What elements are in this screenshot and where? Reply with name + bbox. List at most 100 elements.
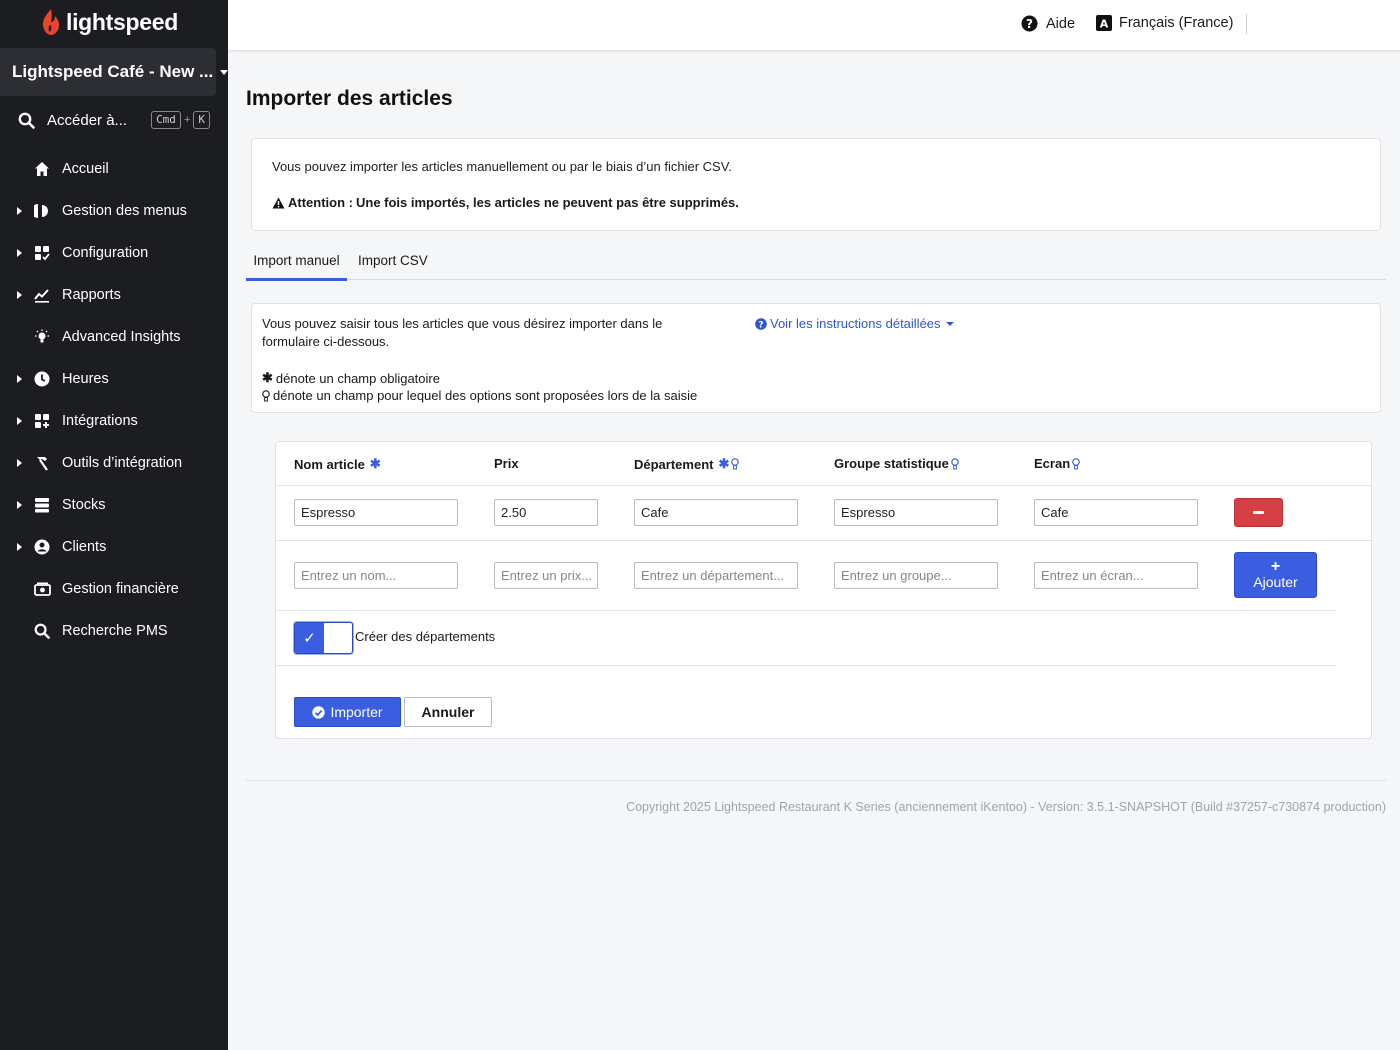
caret-down-icon (945, 321, 954, 326)
shortcut-plus: + (183, 114, 191, 126)
name-input-row-1[interactable] (294, 499, 458, 526)
header-departement: Département ✱ (634, 456, 740, 472)
import-button[interactable]: Importer (294, 697, 401, 727)
lightbulb-icon (33, 328, 51, 346)
group-input-new[interactable] (834, 562, 998, 589)
goto-search[interactable]: Accéder à... Cmd + K (18, 108, 214, 132)
remove-row-button[interactable] (1234, 498, 1283, 527)
chevron-right-icon (17, 291, 22, 299)
help-link[interactable]: ? Aide (1021, 15, 1075, 32)
clock-icon (33, 370, 51, 388)
flame-logo-icon (43, 9, 59, 35)
store-selector[interactable]: Lightspeed Café - New ... (0, 48, 229, 96)
department-input-row-1[interactable] (634, 499, 798, 526)
sidebar-item-label: Gestion des menus (62, 203, 187, 219)
group-input-row-1[interactable] (834, 499, 998, 526)
lightbulb-icon (1072, 457, 1080, 469)
integrations-icon (33, 412, 51, 430)
instructions-card: Vous pouvez saisir tous les articles que… (251, 303, 1381, 413)
footer-copyright: Copyright 2025 Lightspeed Restaurant K S… (626, 800, 1386, 814)
language-icon: A (1096, 15, 1112, 31)
price-input-row-1[interactable] (494, 499, 598, 526)
user-icon (33, 538, 51, 556)
instructions-line-1: Vous pouvez saisir tous les articles que… (262, 316, 663, 331)
help-label: Aide (1046, 15, 1076, 32)
reports-icon (33, 286, 51, 304)
screen-input-new[interactable] (1034, 562, 1198, 589)
topbar: ? Aide A Français (France) (228, 0, 1400, 50)
add-label: Ajouter (1253, 574, 1298, 590)
tab-import-csv[interactable]: Import CSV (358, 240, 428, 280)
chevron-right-icon (17, 459, 22, 467)
language-label: Français (France) (1119, 15, 1234, 31)
sidebar-item-gestion-menus[interactable]: Gestion des menus (0, 190, 228, 232)
shortcut-cmd: Cmd (151, 111, 181, 129)
shortcut-key: K (193, 111, 210, 129)
suggest-note-text: dénote un champ pour lequel des options … (273, 388, 698, 403)
sidebar-item-label: Heures (62, 371, 109, 387)
screen-input-row-1[interactable] (1034, 499, 1198, 526)
language-selector[interactable]: A Français (France) (1096, 15, 1233, 31)
suggest-note: dénote un champ pour lequel des options … (262, 388, 697, 403)
asterisk-icon: ✱ (262, 370, 273, 385)
detailed-instructions-link[interactable]: ? Voir les instructions détaillées (755, 316, 954, 331)
configuration-icon (33, 244, 51, 262)
detailed-instructions-label: Voir les instructions détaillées (770, 316, 941, 331)
sidebar-item-heures[interactable]: Heures (0, 358, 228, 400)
tab-import-manuel[interactable]: Import manuel (246, 240, 347, 281)
warning-text: Une fois importés, les articles ne peuve… (355, 195, 739, 210)
sidebar-item-clients[interactable]: Clients (0, 526, 228, 568)
sidebar-item-integrations[interactable]: Intégrations (0, 400, 228, 442)
chevron-right-icon (17, 207, 22, 215)
hammer-icon (33, 454, 51, 472)
sidebar-item-gestion-financiere[interactable]: Gestion financière (0, 568, 228, 610)
svg-text:?: ? (1026, 17, 1033, 31)
import-label: Importer (330, 704, 383, 720)
sidebar-item-outils-integration[interactable]: Outils d’intégration (0, 442, 228, 484)
header-label: Nom article (294, 456, 365, 472)
stock-icon (33, 496, 51, 514)
chevron-right-icon (17, 249, 22, 257)
sidebar-item-stocks[interactable]: Stocks (0, 484, 228, 526)
lightspeed-logo[interactable]: lightspeed (40, 8, 178, 36)
name-input-new[interactable] (294, 562, 458, 589)
plus-icon: + (1270, 558, 1281, 575)
question-circle-icon: ? (755, 317, 767, 330)
sidebar-item-advanced-insights[interactable]: Advanced Insights (0, 316, 228, 358)
cancel-button[interactable]: Annuler (404, 697, 492, 727)
required-asterisk-icon: ✱ (718, 456, 730, 471)
sidebar-item-label: Gestion financière (62, 581, 179, 597)
header-label: Ecran (1034, 456, 1071, 471)
sidebar-nav: Accueil Gestion des menus Configuration … (0, 148, 228, 652)
add-row-button[interactable]: + Ajouter (1234, 552, 1317, 598)
home-icon (33, 160, 51, 178)
lightbulb-icon (731, 458, 740, 470)
brand-name: lightspeed (66, 8, 179, 35)
divider (276, 665, 1336, 666)
chevron-right-icon (17, 417, 22, 425)
page-title: Importer des articles (246, 87, 453, 110)
help-icon: ? (1021, 15, 1038, 32)
department-input-new[interactable] (634, 562, 798, 589)
price-input-new[interactable] (494, 562, 598, 589)
sidebar-item-rapports[interactable]: Rapports (0, 274, 228, 316)
goto-label: Accéder à... (47, 111, 128, 129)
required-note-text: dénote un champ obligatoire (275, 370, 440, 386)
create-departments-toggle[interactable]: ✓ (294, 622, 353, 654)
sidebar-item-label: Intégrations (62, 413, 138, 429)
warning-icon (272, 197, 285, 208)
keyboard-shortcut: Cmd + K (151, 111, 210, 129)
lightbulb-icon (262, 389, 270, 401)
lightbulb-icon (951, 457, 959, 469)
sidebar-item-label: Stocks (62, 497, 106, 513)
required-note: ✱ dénote un champ obligatoire (262, 370, 440, 386)
chevron-down-icon (220, 69, 229, 75)
sidebar-item-configuration[interactable]: Configuration (0, 232, 228, 274)
header-label: Prix (494, 456, 519, 471)
sidebar-item-recherche-pms[interactable]: Recherche PMS (0, 610, 228, 652)
header-ecran: Ecran (1034, 456, 1080, 471)
menu-management-icon (33, 202, 51, 220)
header-nom-article: Nom article ✱ (294, 456, 381, 472)
header-label: Groupe statistique (834, 456, 949, 471)
sidebar-item-accueil[interactable]: Accueil (0, 148, 228, 190)
